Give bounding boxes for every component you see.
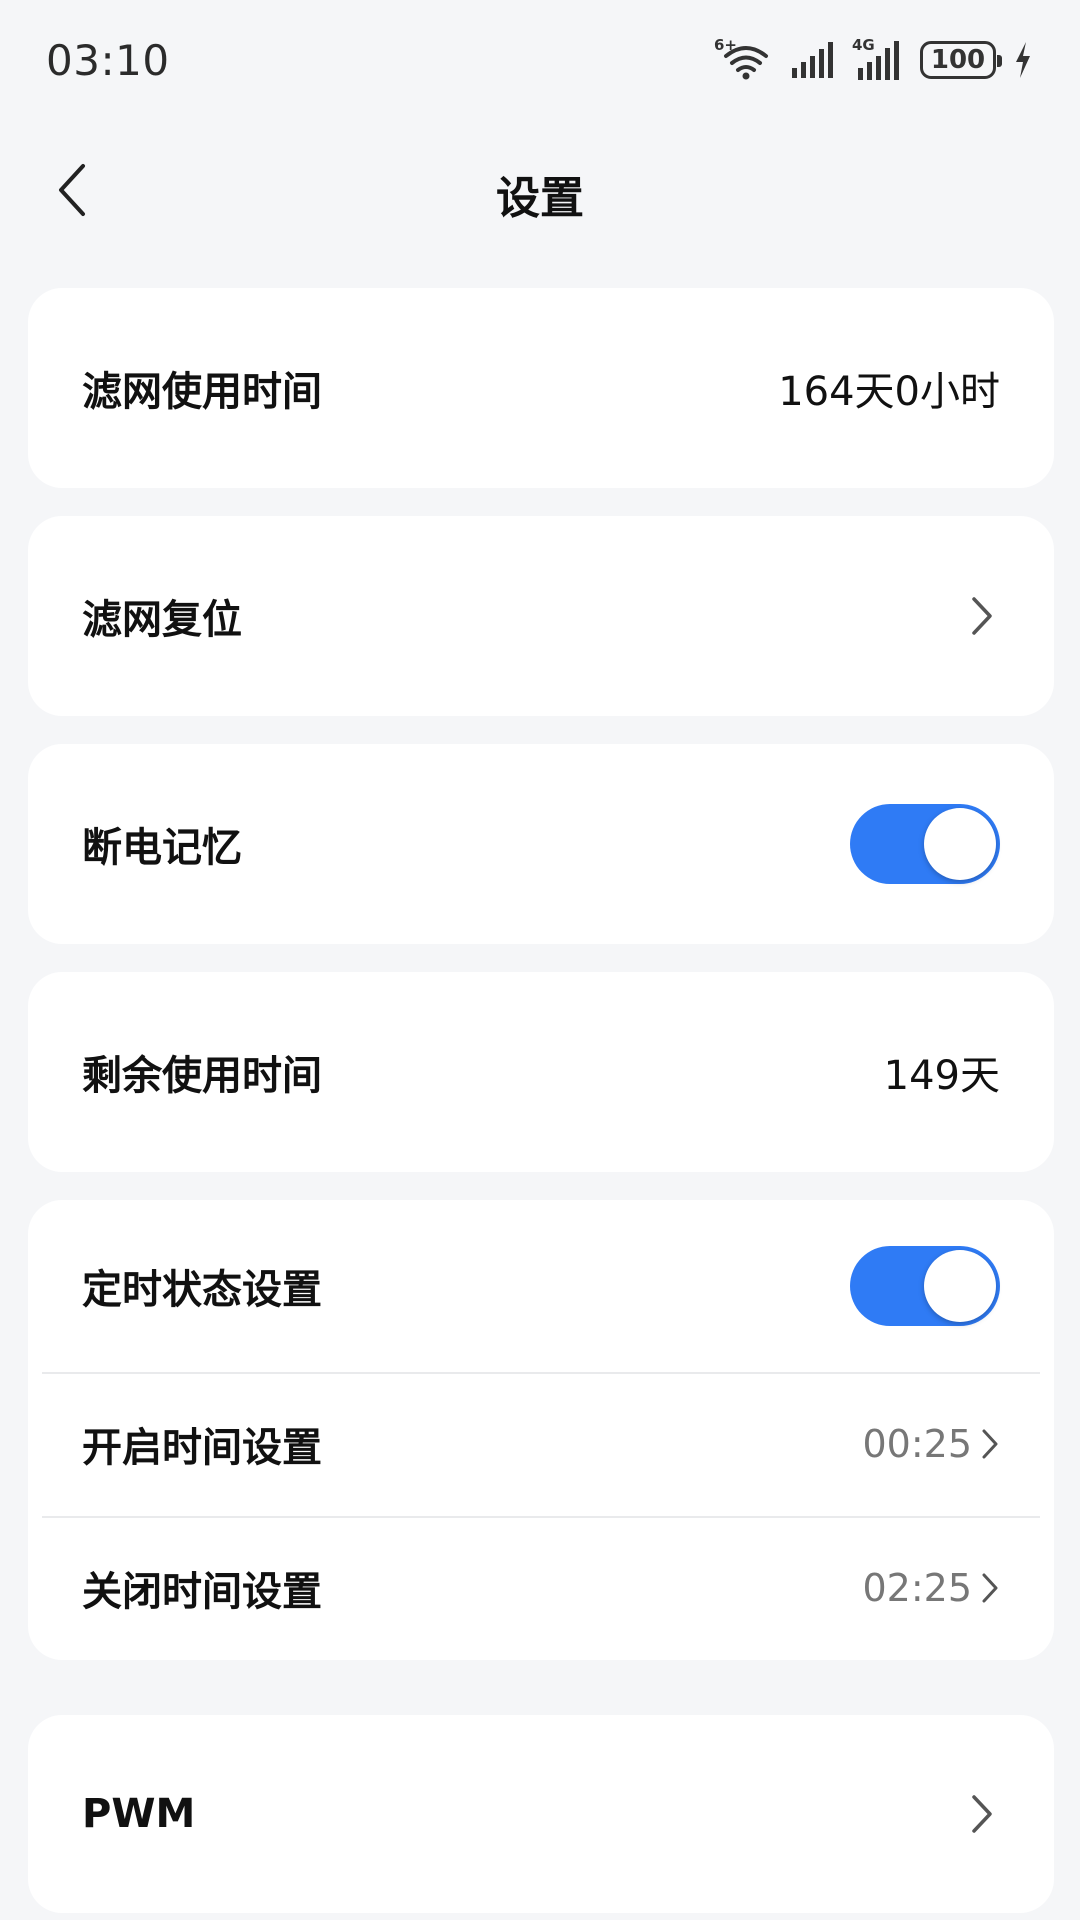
settings-screen: 03:10 6+ 4G 100 设置 滤网使用时间 164天0小时 滤网复位 断… [0,0,1080,1920]
chevron-right-icon [964,1795,1000,1833]
wifi-icon: 6+ [714,36,772,82]
filter-usage-value: 164天0小时 [778,369,1000,415]
remaining-time-card: 剩余使用时间 149天 [28,972,1054,1172]
filter-usage-label: 滤网使用时间 [82,369,322,415]
nav-bar: 设置 [0,140,1080,240]
network-badge: 4G [852,36,875,54]
timer-card: 定时状态设置 开启时间设置 00:25 关闭时间设置 02:25 [28,1200,1054,1660]
wifi-badge: 6+ [714,36,738,54]
chevron-right-icon [982,1429,998,1459]
remaining-time-row: 剩余使用时间 149天 [28,972,1054,1172]
filter-reset-row[interactable]: 滤网复位 [28,516,1054,716]
status-time: 03:10 [46,36,170,85]
remaining-time-value: 149天 [883,1053,1000,1099]
on-time-label: 开启时间设置 [82,1425,322,1471]
off-time-value: 02:25 [862,1566,972,1610]
page-title: 设置 [496,173,584,224]
remaining-time-label: 剩余使用时间 [82,1053,322,1099]
battery-level: 100 [930,45,986,75]
filter-reset-card[interactable]: 滤网复位 [28,516,1054,716]
power-memory-toggle[interactable] [850,804,1000,884]
filter-usage-row: 滤网使用时间 164天0小时 [28,288,1054,488]
chevron-right-icon [982,1573,998,1603]
signal-4g-icon: 4G [852,36,902,82]
pwm-card[interactable]: PWM [28,1715,1054,1913]
timer-state-row: 定时状态设置 [28,1200,1054,1372]
toggle-knob [924,1250,996,1322]
off-time-value-group: 02:25 [862,1566,1000,1610]
power-memory-row: 断电记忆 [28,744,1054,944]
charging-icon [1014,40,1032,80]
off-time-label: 关闭时间设置 [82,1569,322,1615]
pwm-row[interactable]: PWM [28,1715,1054,1913]
pwm-label: PWM [82,1791,196,1837]
on-time-value: 00:25 [862,1422,972,1466]
status-bar: 03:10 6+ 4G 100 [0,0,1080,120]
signal-icon [790,40,834,80]
timer-state-label: 定时状态设置 [82,1267,322,1313]
on-time-value-group: 00:25 [862,1422,1000,1466]
filter-usage-card: 滤网使用时间 164天0小时 [28,288,1054,488]
timer-toggle[interactable] [850,1246,1000,1326]
on-time-row[interactable]: 开启时间设置 00:25 [28,1372,1054,1516]
filter-reset-label: 滤网复位 [82,597,242,643]
status-icons: 6+ 4G 100 [714,34,1032,86]
battery-icon: 100 [920,41,1002,79]
toggle-knob [924,808,996,880]
off-time-row[interactable]: 关闭时间设置 02:25 [28,1516,1054,1660]
chevron-right-icon [964,597,1000,635]
power-memory-card: 断电记忆 [28,744,1054,944]
power-memory-label: 断电记忆 [82,825,242,871]
